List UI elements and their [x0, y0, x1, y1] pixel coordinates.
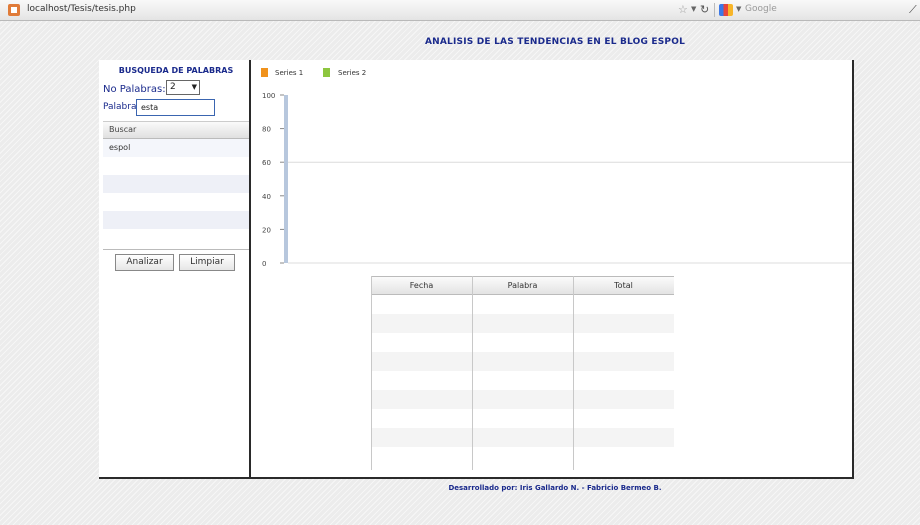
- frame-right-border: [852, 60, 854, 479]
- overflow-chevron-icon[interactable]: ⟋: [909, 3, 917, 17]
- nopalabras-value: 2: [170, 82, 176, 92]
- url-bar[interactable]: localhost/Tesis/tesis.php: [27, 4, 136, 14]
- column-header-total[interactable]: Total: [573, 281, 674, 290]
- list-item-empty: [103, 157, 249, 175]
- y-tick-label: 0: [262, 260, 266, 268]
- table-border: [371, 276, 372, 470]
- table-header-row: Fecha Palabra Total: [371, 276, 674, 295]
- browser-toolbar: localhost/Tesis/tesis.php ☆ ▼ ↻ ▼ Google…: [0, 0, 920, 21]
- table-row: [371, 428, 674, 447]
- list-item-empty: [103, 211, 249, 229]
- column-divider: [573, 276, 574, 470]
- column-header-fecha[interactable]: Fecha: [371, 281, 472, 290]
- footer-credits: Desarrollado por: Iris Gallardo N. - Fab…: [448, 484, 662, 492]
- page-title: ANALISIS DE LAS TENDENCIAS EN EL BLOG ES…: [424, 37, 686, 47]
- browser-search-input[interactable]: Google: [745, 4, 777, 14]
- legend-swatch-series-2: [323, 68, 330, 77]
- limpiar-button[interactable]: Limpiar: [179, 254, 235, 271]
- column-header-palabra[interactable]: Palabra: [472, 281, 573, 290]
- y-tick-label: 80: [262, 126, 271, 134]
- favicon-icon: [8, 4, 20, 16]
- chevron-down-icon: ▼: [191, 83, 197, 91]
- search-panel-title: BUSQUEDA DE PALABRAS: [118, 66, 234, 75]
- table-row: [371, 352, 674, 371]
- table-row: [371, 314, 674, 333]
- y-tick-label: 60: [262, 159, 271, 167]
- nopalabras-label: No Palabras:: [103, 84, 166, 95]
- list-item-empty: [103, 229, 249, 247]
- table-row: [371, 390, 674, 409]
- palabra-label: Palabra:: [103, 102, 140, 112]
- palabra-input[interactable]: esta: [136, 99, 215, 116]
- list-item-empty: [103, 193, 249, 211]
- list-item-empty: [103, 175, 249, 193]
- y-axis-line: [284, 95, 288, 263]
- list-item[interactable]: espol: [103, 139, 249, 157]
- y-tick-label: 20: [262, 226, 271, 234]
- search-word-list: Buscar espol: [103, 121, 249, 250]
- google-icon[interactable]: [719, 4, 733, 16]
- nopalabras-select[interactable]: 2 ▼: [166, 80, 200, 95]
- legend-label-series-1: Series 1: [275, 69, 304, 77]
- frame-divider: [249, 60, 251, 479]
- column-divider: [472, 276, 473, 470]
- y-tick-label: 100: [262, 92, 275, 100]
- legend-swatch-series-1: [261, 68, 268, 77]
- results-table: Fecha Palabra Total: [371, 276, 674, 470]
- analizar-button[interactable]: Analizar: [115, 254, 174, 271]
- trend-chart: 100 80 60 40 20 0: [262, 92, 852, 268]
- list-header: Buscar: [103, 121, 249, 139]
- url-dropdown-icon[interactable]: ▼: [691, 5, 696, 13]
- search-engine-dropdown-icon[interactable]: ▼: [736, 5, 741, 13]
- legend-label-series-2: Series 2: [338, 69, 367, 77]
- reload-icon[interactable]: ↻: [700, 3, 709, 16]
- y-tick-label: 40: [262, 193, 271, 201]
- bookmark-star-icon[interactable]: ☆: [678, 3, 688, 16]
- toolbar-divider: [714, 3, 715, 17]
